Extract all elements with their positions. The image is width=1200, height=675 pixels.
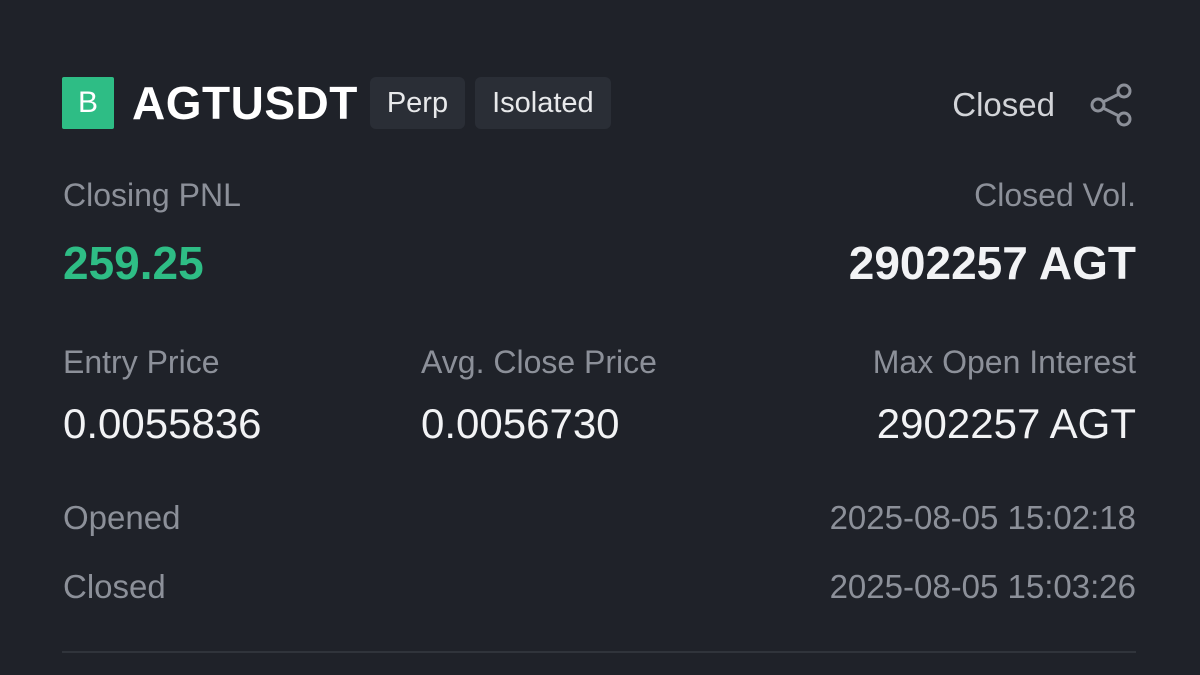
position-header: B AGTUSDT Perp Isolated (62, 76, 611, 130)
exchange-logo: B (62, 77, 114, 129)
tag-perp: Perp (369, 77, 466, 129)
closing-pnl-value: 259.25 (63, 237, 204, 289)
avg-close-price-label: Avg. Close Price (421, 344, 657, 380)
share-icon[interactable] (1088, 82, 1134, 128)
closing-pnl-label: Closing PNL (63, 177, 241, 213)
divider (62, 651, 1136, 653)
position-status: Closed (952, 86, 1055, 123)
entry-price-value: 0.0055836 (63, 400, 262, 447)
closed-vol-value: 2902257 AGT (848, 237, 1136, 289)
max-open-interest-value: 2902257 AGT (876, 400, 1136, 447)
closed-vol-label: Closed Vol. (974, 177, 1136, 213)
tag-isolated: Isolated (475, 77, 611, 129)
position-card: B AGTUSDT Perp Isolated Closed Closing P… (0, 0, 1200, 675)
opened-label: Opened (63, 499, 181, 536)
closed-time: 2025-08-05 15:03:26 (829, 568, 1136, 605)
avg-close-price-value: 0.0056730 (421, 400, 620, 447)
closed-label: Closed (63, 568, 166, 605)
opened-time: 2025-08-05 15:02:18 (829, 499, 1136, 536)
symbol-title: AGTUSDT (132, 77, 358, 129)
max-open-interest-label: Max Open Interest (872, 344, 1136, 380)
entry-price-label: Entry Price (63, 344, 220, 380)
